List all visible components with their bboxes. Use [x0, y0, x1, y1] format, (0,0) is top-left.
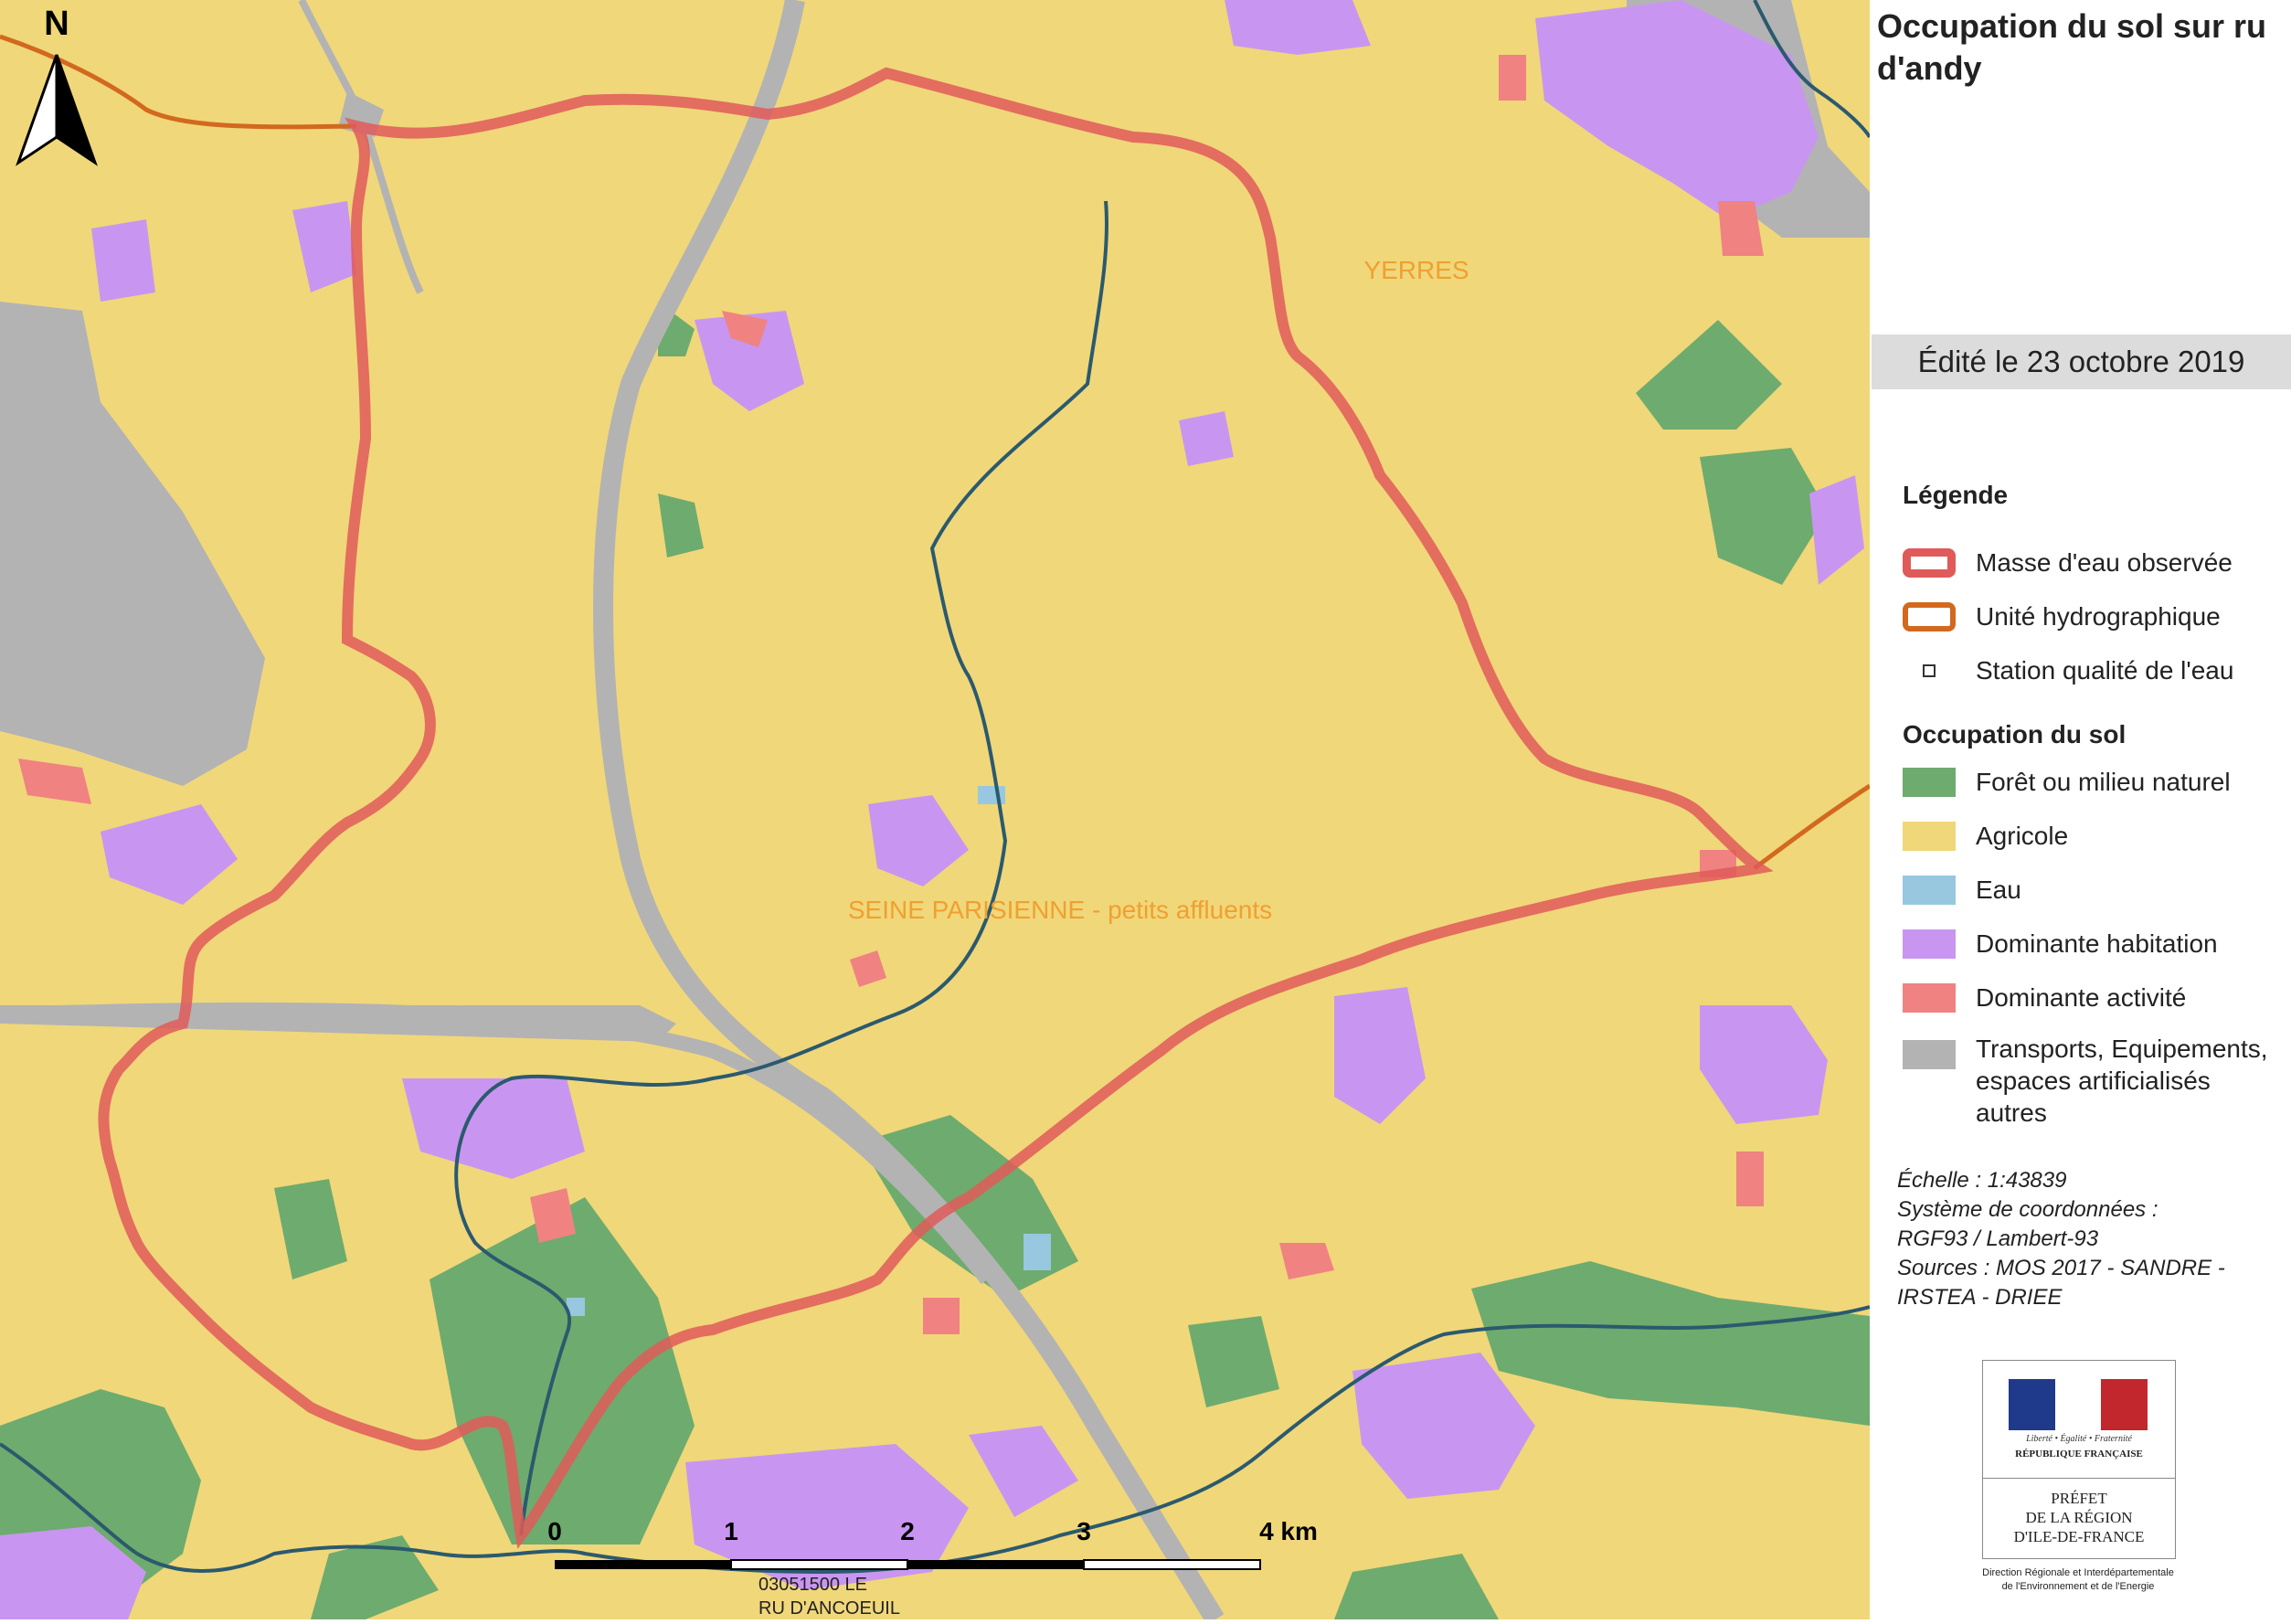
- foret-swatch: [1903, 768, 1956, 797]
- legend-heading: Légende: [1903, 481, 2009, 509]
- legend-label: Dominante activité: [1976, 983, 2187, 1012]
- legend-label: Dominante habitation: [1976, 929, 2218, 958]
- masse-eau-symbol: [1903, 548, 1956, 578]
- legend-label: Unité hydrographique: [1976, 602, 2221, 631]
- scale-tick-0: 0: [547, 1517, 562, 1545]
- crs-label: Système de coordonnées :: [1897, 1197, 2158, 1222]
- scale-tick-1: 1: [724, 1517, 738, 1545]
- map-title: Occupation du sol sur ru d'andy: [1877, 7, 2267, 87]
- legend-item-masse-eau: Masse d'eau observée: [1903, 547, 2233, 578]
- label-yerres: YERRES: [1363, 256, 1469, 284]
- logo-republique: RÉPUBLIQUE FRANÇAISE: [2015, 1449, 2143, 1459]
- transport-swatch: [1903, 1040, 1956, 1069]
- legend-label: Transports, Equipements, espaces artific…: [1976, 1035, 2268, 1127]
- legend-label: Agricole: [1976, 822, 2069, 850]
- station-symbol: [1903, 656, 1956, 685]
- french-flag-icon: [2009, 1379, 2148, 1430]
- activite-swatch: [1903, 983, 1956, 1013]
- sources-text-1: Sources : MOS 2017 - SANDRE -: [1897, 1256, 2225, 1280]
- legend-panel: Occupation du sol sur ru d'andy Édité le…: [1870, 0, 2291, 1619]
- legend-item-habitation: Dominante habitation: [1903, 928, 2218, 960]
- legend-label: Eau: [1976, 876, 2021, 904]
- unite-symbol: [1903, 602, 1956, 632]
- legend-item-station: Station qualité de l'eau: [1903, 654, 2233, 686]
- sources-text-2: IRSTEA - DRIEE: [1897, 1285, 2063, 1310]
- legend-label: Masse d'eau observée: [1976, 548, 2233, 577]
- scale-bar: [555, 1559, 1261, 1570]
- scale-tick-3: 3: [1077, 1517, 1091, 1545]
- crs-value: RGF93 / Lambert-93: [1897, 1226, 2099, 1251]
- logo-direction: Direction Régionale et Interdépartementa…: [1982, 1567, 2174, 1592]
- scale-text: Échelle : 1:43839: [1897, 1168, 2067, 1193]
- legend-item-transport: Transports, Equipements, espaces artific…: [1903, 1033, 2268, 1129]
- scale-tick-2: 2: [900, 1517, 915, 1545]
- map-canvas[interactable]: N YERRES SEINE PARISIENNE - petits afflu…: [0, 0, 1872, 1624]
- landuse-heading: Occupation du sol: [1903, 720, 2127, 748]
- agricole-swatch: [1903, 822, 1956, 851]
- habitation-swatch: [1903, 929, 1956, 959]
- map-svg: N YERRES SEINE PARISIENNE - petits afflu…: [0, 0, 1872, 1624]
- legend-item-activite: Dominante activité: [1903, 982, 2186, 1014]
- legend-item-eau: Eau: [1903, 874, 2021, 906]
- map-metadata: Échelle : 1:43839 Système de coordonnées…: [1897, 1166, 2281, 1312]
- edition-date: Édité le 23 octobre 2019: [1872, 334, 2291, 389]
- legend-item-agricole: Agricole: [1903, 820, 2068, 852]
- label-seine: SEINE PARISIENNE - petits affluents: [848, 896, 1272, 924]
- north-label: N: [44, 5, 69, 43]
- scale-tick-4: 4 km: [1259, 1517, 1318, 1545]
- station-label-line1: 03051500 LE: [758, 1575, 867, 1595]
- legend-item-unite: Unité hydrographique: [1903, 600, 2221, 632]
- logo-prefet: PRÉFET DE LA RÉGION D'ILE-DE-FRANCE: [2013, 1490, 2145, 1545]
- logo-motto: Liberté • Égalité • Fraternité: [2026, 1434, 2132, 1444]
- eau-swatch: [1903, 876, 1956, 905]
- prefecture-logo: Liberté • Égalité • Fraternité RÉPUBLIQU…: [1982, 1360, 2176, 1559]
- legend-label: Forêt ou milieu naturel: [1976, 768, 2231, 796]
- legend-label: Station qualité de l'eau: [1976, 656, 2234, 685]
- legend-item-foret: Forêt ou milieu naturel: [1903, 766, 2231, 798]
- station-label-line2: RU D'ANCOEUIL: [758, 1598, 900, 1619]
